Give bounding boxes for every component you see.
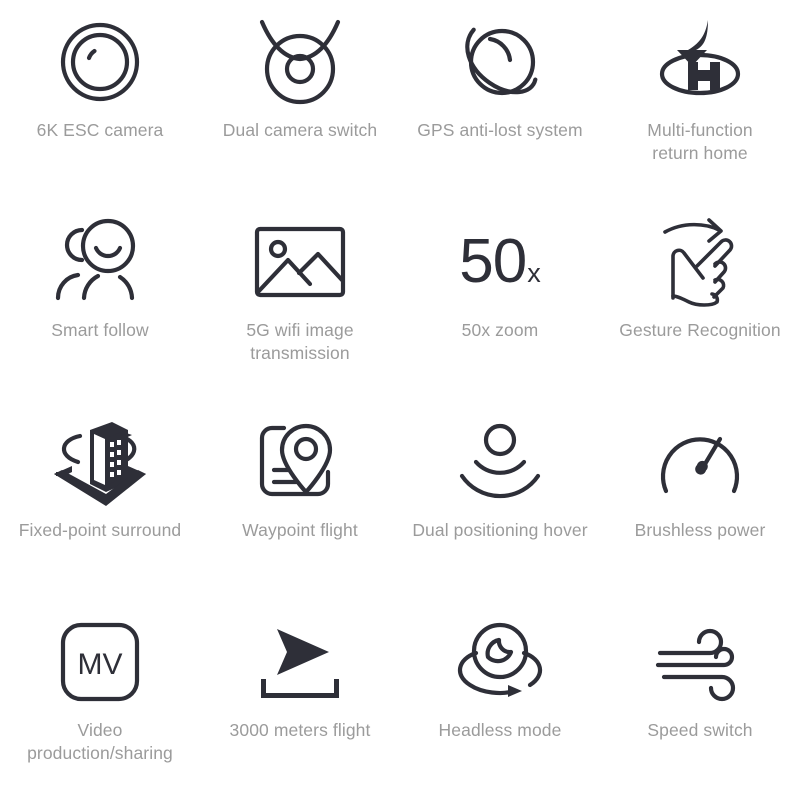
feature-label: Waypoint flight: [242, 520, 358, 540]
mv-badge-text: MV: [78, 648, 123, 681]
return-home-helipad-icon: [645, 14, 755, 110]
feature-item-dual-camera-switch: Dual camera switch: [200, 0, 400, 200]
feature-item-speed-switch: Speed switch: [600, 600, 800, 800]
zoom-50x-text-icon: 50 x: [445, 214, 555, 310]
flight-distance-arrow-icon: [245, 614, 355, 710]
dual-camera-switch-icon: [245, 14, 355, 110]
feature-item-fixed-point-surround: Fixed-point surround: [0, 400, 200, 600]
zoom-suffix: x: [527, 258, 541, 288]
feature-item-6k-esc-camera: 6K ESC camera: [0, 0, 200, 200]
feature-label: Video production/sharing: [27, 720, 173, 764]
feature-item-3000-meters-flight: 3000 meters flight: [200, 600, 400, 800]
feature-label: 5G wifi image transmission: [246, 320, 354, 364]
image-transmission-icon: [245, 214, 355, 310]
feature-label: Headless mode: [438, 720, 562, 740]
feature-label: Fixed-point surround: [18, 520, 182, 540]
feature-label: Dual positioning hover: [412, 520, 588, 540]
feature-label: Speed switch: [647, 720, 753, 740]
gps-orbit-icon: [445, 14, 555, 110]
feature-item-gps-anti-lost: GPS anti-lost system: [400, 0, 600, 200]
feature-item-headless-mode: Headless mode: [400, 600, 600, 800]
mv-video-icon: MV: [45, 614, 155, 710]
feature-grid: 6K ESC camera Dual camera switch GPS ant…: [0, 0, 800, 800]
waypoint-flight-map-icon: [245, 414, 355, 510]
feature-item-dual-positioning-hover: Dual positioning hover: [400, 400, 600, 600]
dual-positioning-hover-icon: [445, 414, 555, 510]
feature-label: Smart follow: [51, 320, 149, 340]
feature-item-video-production: MV Video production/sharing: [0, 600, 200, 800]
feature-label: Brushless power: [634, 520, 766, 540]
gesture-hand-icon: [645, 214, 755, 310]
brushless-gauge-icon: [645, 414, 755, 510]
lens-camera-icon: [45, 14, 155, 110]
headless-mode-icon: [445, 614, 555, 710]
feature-item-gesture-recognition: Gesture Recognition: [600, 200, 800, 400]
feature-item-smart-follow: Smart follow: [0, 200, 200, 400]
feature-item-return-home: Multi-function return home: [600, 0, 800, 200]
smart-follow-people-icon: [45, 214, 155, 310]
zoom-value: 50: [459, 227, 527, 296]
feature-label: 3000 meters flight: [229, 720, 371, 740]
feature-item-brushless-power: Brushless power: [600, 400, 800, 600]
feature-item-image-transmission: 5G wifi image transmission: [200, 200, 400, 400]
wind-speed-switch-icon: [645, 614, 755, 710]
feature-label: Dual camera switch: [222, 120, 378, 140]
feature-label: GPS anti-lost system: [417, 120, 583, 140]
feature-item-waypoint-flight: Waypoint flight: [200, 400, 400, 600]
feature-label: 6K ESC camera: [36, 120, 164, 140]
fixed-point-surround-icon: [45, 414, 155, 510]
feature-label: Gesture Recognition: [619, 320, 781, 340]
feature-label: 50x zoom: [461, 320, 539, 340]
feature-label: Multi-function return home: [647, 120, 753, 164]
feature-item-50x-zoom: 50 x 50x zoom: [400, 200, 600, 400]
